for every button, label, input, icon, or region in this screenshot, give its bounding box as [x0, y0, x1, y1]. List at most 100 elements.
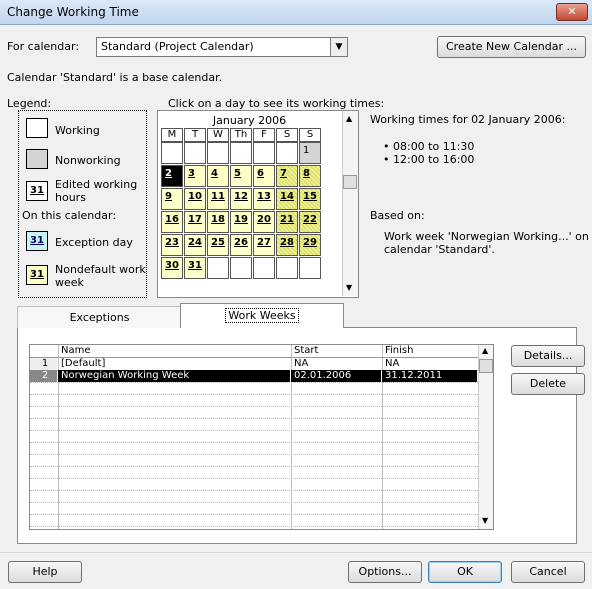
table-header-row: Name Start Finish: [30, 345, 478, 358]
for-calendar-label: For calendar:: [7, 40, 80, 53]
calendar-day[interactable]: 31: [184, 257, 206, 279]
base-calendar-note: Calendar 'Standard' is a base calendar.: [7, 71, 223, 84]
calendar-day[interactable]: 2: [161, 165, 183, 187]
tab-work-weeks[interactable]: Work Weeks: [180, 303, 344, 328]
day-header: S: [276, 128, 298, 142]
day-header: Th: [230, 128, 252, 142]
calendar-day[interactable]: 15: [299, 188, 321, 210]
chevron-down-icon[interactable]: ▼: [330, 38, 347, 56]
calendar-day[interactable]: 27: [253, 234, 275, 256]
tab-exceptions[interactable]: Exceptions: [17, 306, 182, 328]
scroll-down-icon[interactable]: ▼: [482, 516, 488, 525]
working-times-heading: Working times for 02 January 2006:: [370, 113, 566, 126]
calendar-day[interactable]: 6: [253, 165, 275, 187]
close-button[interactable]: ✕: [556, 3, 588, 21]
options-button[interactable]: Options...: [348, 561, 422, 583]
help-button[interactable]: Help: [8, 561, 82, 583]
legend-nondefault-line1: Nondefault work: [55, 263, 146, 276]
scroll-thumb[interactable]: [479, 359, 493, 373]
scroll-up-icon[interactable]: ▲: [346, 114, 352, 123]
working-time-1: • 08:00 to 11:30: [383, 140, 475, 153]
column-header[interactable]: Finish: [382, 345, 477, 357]
nondefault-week-swatch: 31: [26, 265, 48, 285]
delete-button[interactable]: Delete: [511, 373, 585, 395]
work-weeks-table[interactable]: Name Start Finish 1 [Default] NA NA 2 Norwegian …: [29, 344, 494, 530]
calendar-instruction: Click on a day to see its working times:: [168, 97, 385, 110]
calendar-day[interactable]: 11: [207, 188, 229, 210]
calendar-select[interactable]: Standard (Project Calendar) ▼: [96, 37, 348, 57]
legend-nonworking: Nonworking: [55, 154, 121, 167]
calendar-empty-cell: [230, 142, 252, 164]
day-header: W: [207, 128, 229, 142]
calendar-day[interactable]: 22: [299, 211, 321, 233]
calendar-empty-cell: [207, 142, 229, 164]
create-new-calendar-button[interactable]: Create New Calendar ...: [437, 36, 586, 58]
scroll-down-icon[interactable]: ▼: [346, 283, 352, 292]
calendar-day[interactable]: 20: [253, 211, 275, 233]
calendar-day[interactable]: 30: [161, 257, 183, 279]
legend-edited-line2: hours: [55, 191, 86, 204]
table-scrollbar[interactable]: ▲ ▼: [478, 345, 493, 529]
day-header: S: [299, 128, 321, 142]
calendar-empty-cell: [276, 257, 298, 279]
legend-box: Working Nonworking 31 Edited working hou…: [18, 110, 147, 298]
calendar-day[interactable]: 5: [230, 165, 252, 187]
calendar-day[interactable]: 7: [276, 165, 298, 187]
day-header: M: [161, 128, 183, 142]
table-cell: NA: [385, 358, 400, 369]
calendar-day[interactable]: 19: [230, 211, 252, 233]
calendar-day[interactable]: 28: [276, 234, 298, 256]
table-row[interactable]: [30, 514, 478, 527]
month-calendar[interactable]: January 2006 M T W Th F S S 1 2 3 4 5 6 7 8 9 10 11 12 13 14…: [157, 110, 359, 298]
table-cell: 31.12.2011: [382, 370, 477, 382]
calendar-day[interactable]: 29: [299, 234, 321, 256]
legend-on-this-calendar: On this calendar:: [22, 209, 117, 222]
calendar-day[interactable]: 18: [207, 211, 229, 233]
calendar-day[interactable]: 25: [207, 234, 229, 256]
table-cell: NA: [294, 358, 309, 369]
calendar-scrollbar[interactable]: ▲ ▼: [342, 111, 358, 296]
calendar-day[interactable]: 9: [161, 188, 183, 210]
calendar-day[interactable]: 13: [253, 188, 275, 210]
ok-button[interactable]: OK: [428, 561, 502, 583]
working-time-2: • 12:00 to 16:00: [383, 153, 475, 166]
legend-exception-day: Exception day: [55, 236, 133, 249]
edited-hours-swatch: 31: [26, 181, 48, 201]
table-cell: 02.01.2006: [291, 370, 381, 382]
calendar-empty-cell: [276, 142, 298, 164]
calendar-empty-cell: [253, 142, 275, 164]
day-header: F: [253, 128, 275, 142]
calendar-day[interactable]: 21: [276, 211, 298, 233]
legend-nondefault-line2: week: [55, 276, 84, 289]
scroll-up-icon[interactable]: ▲: [482, 346, 488, 355]
based-on-line1: Work week 'Norwegian Working...' on: [384, 230, 589, 243]
table-cell: [Default]: [61, 358, 106, 369]
calendar-day[interactable]: 26: [230, 234, 252, 256]
calendar-day[interactable]: 8: [299, 165, 321, 187]
calendar-day[interactable]: 17: [184, 211, 206, 233]
calendar-month-label: January 2006: [212, 114, 287, 127]
details-button[interactable]: Details...: [511, 345, 585, 367]
cancel-button[interactable]: Cancel: [511, 561, 585, 583]
legend-edited-line1: Edited working: [55, 178, 138, 191]
working-swatch: [26, 118, 48, 138]
column-header[interactable]: Name: [58, 345, 290, 357]
calendar-day[interactable]: 14: [276, 188, 298, 210]
calendar-day[interactable]: 12: [230, 188, 252, 210]
calendar-empty-cell: [299, 257, 321, 279]
calendar-day[interactable]: 24: [184, 234, 206, 256]
column-header[interactable]: Start: [291, 345, 381, 357]
calendar-day[interactable]: 23: [161, 234, 183, 256]
calendar-day[interactable]: 10: [184, 188, 206, 210]
calendar-empty-cell: [253, 257, 275, 279]
calendar-day[interactable]: 1: [299, 142, 321, 164]
calendar-day[interactable]: 16: [161, 211, 183, 233]
calendar-day[interactable]: 3: [184, 165, 206, 187]
calendar-day[interactable]: 4: [207, 165, 229, 187]
nonworking-swatch: [26, 149, 48, 169]
scroll-thumb[interactable]: [343, 175, 357, 189]
table-cell: 1: [30, 358, 57, 370]
calendar-empty-cell: [230, 257, 252, 279]
tab-work-weeks-label: Work Weeks: [225, 308, 299, 323]
bottom-bar: [0, 552, 592, 589]
